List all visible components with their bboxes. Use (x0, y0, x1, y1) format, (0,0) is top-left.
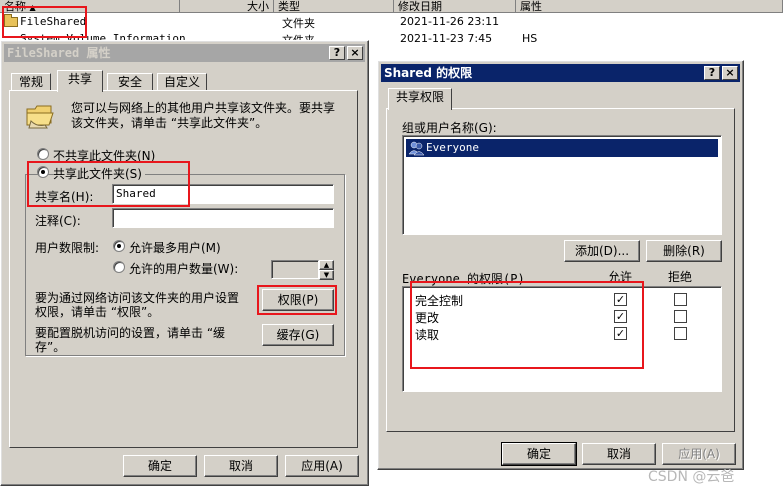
column-header-modified[interactable]: 修改日期 (394, 0, 516, 13)
help-button[interactable]: ? (704, 66, 720, 80)
share-label: 共享此文件夹(S) (53, 165, 145, 182)
deny-full-control-checkbox[interactable] (674, 293, 687, 306)
group-users-label: 组或用户名称(G): (402, 121, 497, 135)
apply-button[interactable]: 应用(A) (285, 455, 359, 477)
permissions-button[interactable]: 权限(P) (262, 289, 334, 311)
share-radio[interactable] (37, 166, 49, 178)
share-name-input[interactable]: Shared (112, 184, 334, 204)
dialog-title: Shared 的权限 (384, 66, 473, 80)
column-modified-label: 修改日期 (398, 0, 442, 13)
ok-button[interactable]: 确定 (501, 442, 577, 466)
add-button[interactable]: 添加(D)... (564, 240, 640, 262)
watermark: CSDN @云爸 (648, 469, 735, 485)
permissions-dialog: Shared 的权限 ? × 共享权限 组或用户名称(G): Everyone … (377, 60, 744, 470)
permission-read: 读取 (415, 328, 440, 342)
column-header-attr[interactable]: 属性 (516, 0, 783, 13)
file-modified: 2021-11-26 23:11 (400, 15, 500, 28)
intro-text-line2: 该文件夹，请单击 “共享此文件夹”。 (71, 116, 268, 130)
deny-read-checkbox[interactable] (674, 327, 687, 340)
file-modified: 2021-11-23 7:45 (400, 32, 493, 45)
max-users-label: 允许最多用户(M) (129, 241, 221, 255)
properties-dialog: FileShared 属性 ? × 常规 共享 安全 自定义 您可以与网络上的其… (0, 40, 369, 486)
tab-share-permissions[interactable]: 共享权限 (388, 88, 452, 110)
column-header-type[interactable]: 类型 (274, 0, 394, 13)
allow-full-control-checkbox[interactable]: ✓ (614, 293, 627, 306)
sort-arrow-icon: ▲ (29, 3, 36, 12)
permissions-listbox: 完全控制 ✓ 更改 ✓ 读取 ✓ (402, 286, 722, 392)
spin-down-icon[interactable]: ▼ (319, 270, 334, 280)
column-header-name[interactable]: 名称 ▲ (0, 0, 180, 13)
tab-label: 安全 (117, 75, 142, 89)
cache-button[interactable]: 缓存(G) (262, 324, 334, 346)
perm-header-label: Everyone 的权限(P) (402, 270, 525, 287)
tab-custom[interactable]: 自定义 (157, 73, 207, 91)
allowed-users-label: 允许的用户数量(W): (129, 262, 239, 276)
permission-change: 更改 (415, 311, 440, 325)
users-listbox[interactable]: Everyone (402, 135, 722, 235)
cancel-button[interactable]: 取消 (582, 443, 656, 465)
max-users-radio[interactable] (113, 240, 125, 252)
column-size-label: 大小 (247, 0, 269, 13)
cancel-button[interactable]: 取消 (204, 455, 278, 477)
cache-text-line2: 存”。 (35, 340, 66, 354)
file-type: 文件夹 (282, 17, 315, 30)
file-name: FileShared (20, 15, 87, 28)
user-name: Everyone (426, 141, 479, 154)
close-button[interactable]: × (722, 66, 738, 80)
permissions-titlebar: Shared 的权限 ? × (381, 64, 740, 82)
tab-sharing[interactable]: 共享 (57, 70, 103, 92)
folder-icon (4, 14, 18, 27)
permissions-text-line2: 权限，请单击 “权限”。 (35, 305, 160, 319)
tab-general[interactable]: 常规 (11, 73, 51, 91)
column-attr-label: 属性 (520, 0, 542, 13)
not-share-label: 不共享此文件夹(N) (53, 149, 156, 163)
allowed-users-spinner[interactable] (271, 260, 319, 279)
properties-titlebar: FileShared 属性 ? × (4, 44, 365, 62)
user-limit-label: 用户数限制: (35, 241, 100, 255)
allow-read-checkbox[interactable]: ✓ (614, 327, 627, 340)
file-attr: HS (522, 32, 538, 45)
users-group-icon (408, 141, 424, 156)
share-name-label: 共享名(H): (35, 190, 94, 204)
dialog-title: FileShared 属性 (7, 46, 111, 60)
perm-header-text: Everyone 的权限(P) (402, 272, 525, 286)
allowed-users-radio[interactable] (113, 261, 125, 273)
column-header-size[interactable]: 大小 (180, 0, 274, 13)
help-button[interactable]: ? (329, 46, 345, 60)
deny-change-checkbox[interactable] (674, 310, 687, 323)
tab-security[interactable]: 安全 (107, 73, 153, 91)
comment-label: 注释(C): (35, 214, 81, 228)
comment-input[interactable] (112, 208, 334, 228)
close-button[interactable]: × (347, 46, 363, 60)
allow-column-header: 允许 (608, 270, 633, 284)
tab-label: 自定义 (163, 75, 200, 89)
spin-up-icon[interactable]: ▲ (319, 260, 334, 270)
apply-button[interactable]: 应用(A) (662, 443, 736, 465)
column-type-label: 类型 (278, 0, 300, 13)
allow-change-checkbox[interactable]: ✓ (614, 310, 627, 323)
ok-button[interactable]: 确定 (123, 455, 197, 477)
tab-label: 共享 (67, 72, 92, 86)
not-share-radio[interactable] (37, 148, 49, 160)
tab-label: 共享权限 (395, 90, 444, 104)
shared-folder-icon (26, 105, 54, 129)
tab-label: 常规 (18, 75, 43, 89)
permission-full-control: 完全控制 (415, 294, 464, 308)
column-name-label: 名称 (4, 0, 26, 13)
remove-button[interactable]: 删除(R) (646, 240, 722, 262)
list-item[interactable]: Everyone (406, 139, 718, 157)
deny-column-header: 拒绝 (668, 270, 693, 284)
